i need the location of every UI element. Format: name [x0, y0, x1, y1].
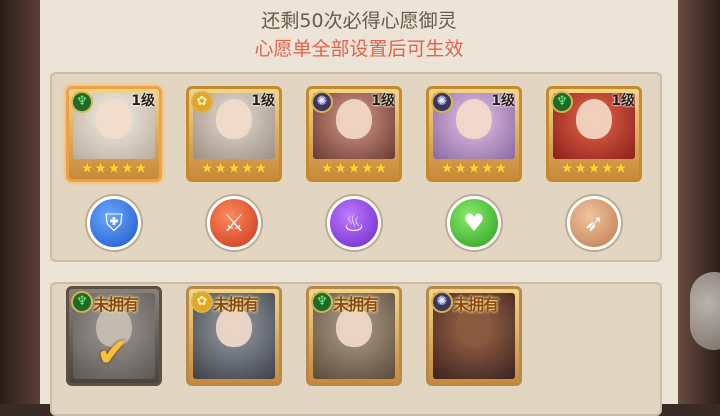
background-left [0, 0, 40, 404]
side-handle[interactable] [690, 272, 720, 350]
level-label: 1级 [371, 93, 395, 109]
wishlist-card[interactable]: ✺ 1级 ★★★★★ [306, 86, 402, 182]
web-icon: ✺ [311, 91, 333, 113]
candidate-card[interactable]: ♆ 未拥有 ✔ [66, 286, 162, 386]
fire-icon[interactable]: ♨ [327, 196, 381, 250]
dragon-icon: ♆ [71, 91, 93, 113]
dragon-icon: ♆ [311, 291, 333, 313]
unowned-label: 未拥有 [93, 295, 139, 314]
dragon-icon: ♆ [551, 91, 573, 113]
star-rating: ★★★★★ [560, 159, 628, 177]
candidate-card[interactable]: ✺ 未拥有 [426, 286, 522, 386]
checkmark-icon: ✔ [96, 330, 130, 376]
wishlist-card[interactable]: ✺ 1级 ★★★★★ [426, 86, 522, 182]
sword-icon[interactable]: ⚔ [207, 196, 261, 250]
remaining-draws-text: 还剩50次必得心愿御灵 [261, 10, 457, 32]
unowned-label: 未拥有 [453, 295, 499, 314]
sun-icon: ✿ [191, 291, 213, 313]
wishlist-box: ♆ 1级 ★★★★★ ✿ 1级 ★★★★★ ✺ 1级 ★★★★★ ✺ 1级 ★★… [50, 72, 662, 262]
dragon-icon: ♆ [71, 291, 93, 313]
candidate-card[interactable]: ♆ 未拥有 [306, 286, 402, 386]
arrow-icon[interactable]: ➶ [567, 196, 621, 250]
wishlist-card[interactable]: ✿ 1级 ★★★★★ [186, 86, 282, 182]
candidate-card[interactable]: ✿ 未拥有 [186, 286, 282, 386]
heal-icon[interactable]: ♥ [447, 196, 501, 250]
unowned-label: 未拥有 [213, 295, 259, 314]
level-label: 1级 [611, 93, 635, 109]
web-icon: ✺ [431, 291, 453, 313]
star-rating: ★★★★★ [80, 159, 148, 177]
star-rating: ★★★★★ [440, 159, 508, 177]
wishlist-card[interactable]: ♆ 1级 ★★★★★ [66, 86, 162, 182]
star-rating: ★★★★★ [320, 159, 388, 177]
web-icon: ✺ [431, 91, 453, 113]
level-label: 1级 [251, 93, 275, 109]
candidate-box: ♆ 未拥有 ✔ ✿ 未拥有 ♆ 未拥有 ✺ 未拥有 [50, 282, 662, 416]
level-label: 1级 [131, 93, 155, 109]
wishlist-card[interactable]: ♆ 1级 ★★★★★ [546, 86, 642, 182]
level-label: 1级 [491, 93, 515, 109]
star-rating: ★★★★★ [200, 159, 268, 177]
sun-icon: ✿ [191, 91, 213, 113]
shield-icon[interactable]: ⛨ [87, 196, 141, 250]
unowned-label: 未拥有 [333, 295, 379, 314]
wish-panel: 还剩50次必得心愿御灵 心愿单全部设置后可生效 ♆ 1级 ★★★★★ ✿ 1级 … [40, 0, 678, 416]
wishlist-hint-text: 心愿单全部设置后可生效 [254, 38, 464, 60]
